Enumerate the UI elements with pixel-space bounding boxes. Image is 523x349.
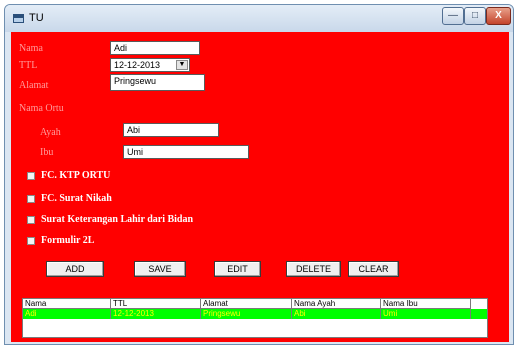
clear-button[interactable]: CLEAR	[348, 261, 399, 277]
formulir-2l-checkbox[interactable]	[27, 237, 35, 245]
delete-button-label: DELETE	[295, 264, 331, 274]
grid-header-nama[interactable]: Nama	[23, 299, 111, 309]
edit-button-label: EDIT	[227, 264, 248, 274]
grid-header-nama-ayah[interactable]: Nama Ayah	[292, 299, 381, 309]
grid-header-alamat[interactable]: Alamat	[201, 299, 292, 309]
ayah-input[interactable]: Abi	[123, 123, 219, 137]
window-app-icon	[13, 14, 24, 23]
minimize-button[interactable]: —	[442, 7, 464, 25]
add-button-label: ADD	[65, 264, 85, 274]
surat-lahir-checkbox[interactable]	[27, 216, 35, 224]
title-bar[interactable]: TU — □ X	[5, 5, 513, 32]
close-button[interactable]: X	[486, 7, 511, 25]
table-cell: Pringsewu	[201, 309, 292, 319]
ttl-label: TTL	[19, 60, 38, 71]
clear-button-label: CLEAR	[358, 264, 389, 274]
surat-nikah-label: FC. Surat Nikah	[41, 193, 112, 204]
ttl-value: 12-12-2013	[114, 60, 161, 70]
grid-header-ttl[interactable]: TTL	[111, 299, 201, 309]
ktp-ortu-checkbox[interactable]	[27, 172, 35, 180]
table-cell: 12-12-2013	[111, 309, 201, 319]
ibu-input[interactable]: Umi	[123, 145, 249, 159]
add-button[interactable]: ADD	[46, 261, 104, 277]
save-button[interactable]: SAVE	[134, 261, 186, 277]
maximize-button[interactable]: □	[464, 7, 486, 25]
surat-lahir-label: Surat Keterangan Lahir dari Bidan	[41, 214, 194, 225]
data-grid[interactable]: Nama TTL Alamat Nama Ayah Nama Ibu Adi 1…	[22, 298, 488, 338]
delete-button[interactable]: DELETE	[286, 261, 341, 277]
app-window: TU — □ X Nama Adi TTL 12-12-2013 ▼ Alama…	[4, 4, 514, 345]
ayah-label: Ayah	[40, 127, 61, 138]
grid-header-row: Nama TTL Alamat Nama Ayah Nama Ibu	[23, 299, 487, 309]
surat-nikah-checkbox[interactable]	[27, 195, 35, 203]
alamat-input[interactable]: Pringsewu	[110, 74, 205, 91]
form-panel: Nama Adi TTL 12-12-2013 ▼ Alamat Pringse…	[11, 32, 509, 342]
formulir-2l-label: Formulir 2L	[41, 235, 95, 246]
ktp-ortu-label: FC. KTP ORTU	[41, 170, 111, 181]
grid-header-nama-ibu[interactable]: Nama Ibu	[381, 299, 471, 309]
table-cell: Abi	[292, 309, 381, 319]
ibu-label: Ibu	[40, 147, 54, 158]
save-button-label: SAVE	[148, 264, 172, 274]
nama-input[interactable]: Adi	[110, 41, 200, 55]
chevron-down-icon[interactable]: ▼	[176, 60, 188, 70]
nama-label: Nama	[19, 43, 43, 54]
table-row[interactable]: Adi 12-12-2013 Pringsewu Abi Umi	[23, 309, 487, 319]
table-cell: Adi	[23, 309, 111, 319]
edit-button[interactable]: EDIT	[214, 261, 261, 277]
nama-ortu-label: Nama Ortu	[19, 103, 64, 114]
table-cell: Umi	[381, 309, 471, 319]
window-title: TU	[29, 12, 44, 24]
alamat-label: Alamat	[19, 80, 49, 91]
ttl-date-picker[interactable]: 12-12-2013 ▼	[110, 58, 190, 72]
